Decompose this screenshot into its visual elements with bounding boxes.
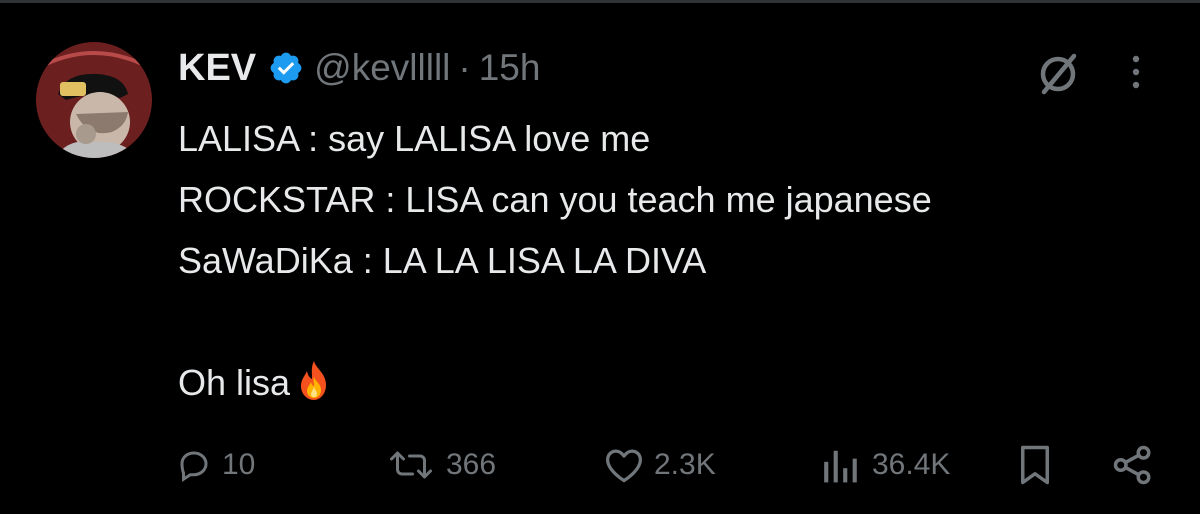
separator-dot: · [458,47,471,88]
author-name[interactable]: KEV [178,47,256,90]
share-icon [1113,445,1151,485]
reply-icon [180,451,208,483]
grok-icon[interactable] [1032,48,1084,100]
avatar[interactable] [36,42,152,158]
tweet-line: ROCKSTAR : LISA can you teach me japanes… [178,179,932,220]
repost-icon [390,451,432,479]
views-count: 36.4K [872,448,951,481]
reply-count: 10 [222,448,256,481]
author-handle[interactable]: @kevlllll [314,47,450,89]
reply-button[interactable]: 10 [176,440,255,490]
bookmark-button[interactable] [1016,440,1054,490]
more-icon[interactable] [1128,52,1144,92]
tweet-line: Oh lisa [178,362,291,403]
verified-badge-icon [268,50,304,86]
like-count: 2.3K [654,448,716,481]
like-button[interactable]: 2.3K [604,440,716,490]
tweet-text: LALISA : say LALISA love me ROCKSTAR : L… [178,108,932,413]
fire-emoji-icon [292,359,336,403]
repost-button[interactable]: 366 [386,440,496,490]
timestamp[interactable]: 15h [479,47,541,89]
tweet-line: SaWaDiKa : LA LA LISA LA DIVA [178,240,707,281]
tweet-line: LALISA : say LALISA love me [178,118,651,159]
like-icon [606,449,642,483]
views-button[interactable]: 36.4K [818,440,950,490]
repost-count: 366 [446,448,497,481]
share-button[interactable] [1110,440,1156,490]
bookmark-icon [1021,445,1049,485]
views-icon [824,450,857,483]
action-bar: 10 366 2.3K 36.4K [0,440,1200,490]
tweet-last-line: Oh lisa [178,352,932,413]
top-divider [0,0,1200,3]
tweet-header: KEV @kevlllll · 15h [178,42,540,94]
